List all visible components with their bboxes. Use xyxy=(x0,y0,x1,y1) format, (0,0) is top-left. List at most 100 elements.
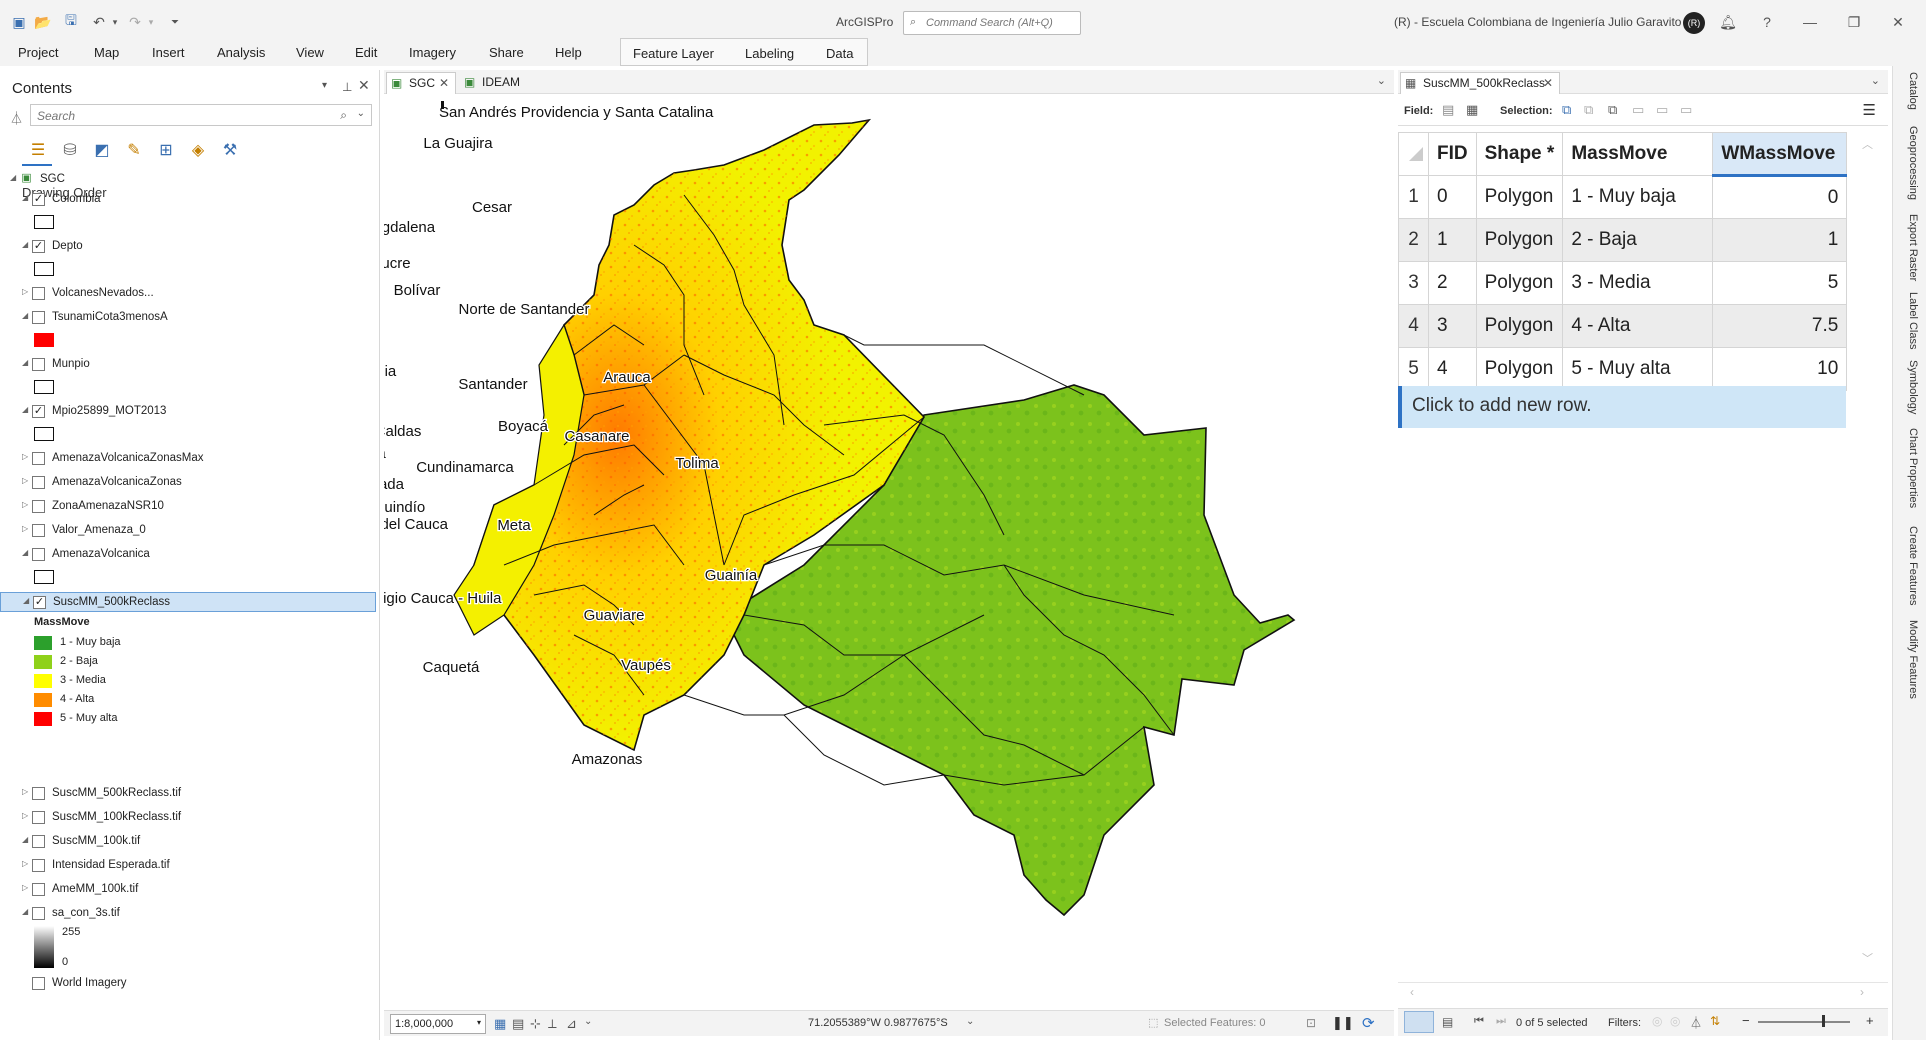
cell-shape[interactable]: Polygon xyxy=(1475,347,1564,391)
select-by-attributes-icon[interactable]: ⧉ xyxy=(1562,102,1571,118)
tab-help[interactable]: Help xyxy=(555,44,582,66)
correction-icon[interactable]: ⊿ xyxy=(566,1016,577,1032)
layer-visibility-checkbox[interactable] xyxy=(32,524,45,537)
layer-row[interactable]: ▷ SuscMM_500kReclass.tif xyxy=(0,784,376,804)
tab-analysis[interactable]: Analysis xyxy=(217,44,265,66)
tab-map-ideam[interactable]: ▣ IDEAM xyxy=(460,72,530,94)
col-fid[interactable]: FID xyxy=(1428,132,1477,176)
legend-swatch[interactable] xyxy=(34,674,52,688)
cell-massmove[interactable]: 2 - Baja xyxy=(1562,218,1714,262)
snapping-icon[interactable]: ⊹ xyxy=(530,1016,541,1032)
cell-massmove[interactable]: 5 - Muy alta xyxy=(1562,347,1714,391)
cell-fid[interactable]: 4 xyxy=(1428,347,1477,391)
layer-visibility-checkbox[interactable] xyxy=(32,548,45,561)
legend-swatch[interactable] xyxy=(34,712,52,726)
layer-row[interactable]: ◢ ✓ Colombia xyxy=(0,190,376,210)
rail-chart-properties[interactable]: Chart Properties xyxy=(1893,428,1926,522)
layer-visibility-checkbox[interactable] xyxy=(32,883,45,896)
close-pane-icon[interactable]: ✕ xyxy=(358,77,370,94)
scroll-left-icon[interactable]: ‹ xyxy=(1410,985,1414,999)
scroll-down-icon[interactable]: ﹀ xyxy=(1862,950,1873,966)
tab-imagery[interactable]: Imagery xyxy=(409,44,456,66)
filter-extent-icon[interactable]: ◎ xyxy=(1652,1014,1662,1028)
layer-row[interactable]: ▷ AmenazaVolcanicaZonasMax xyxy=(0,449,376,469)
layer-visibility-checkbox[interactable] xyxy=(32,811,45,824)
cell-wmassmove[interactable]: 5 xyxy=(1712,261,1848,305)
refresh-icon[interactable]: ⟳ xyxy=(1362,1014,1375,1032)
chevron-down-icon[interactable]: ⌄ xyxy=(584,1016,592,1027)
redo-dropdown-icon[interactable]: ▾ xyxy=(142,13,160,31)
layer-visibility-checkbox[interactable]: ✓ xyxy=(33,596,46,609)
legend-swatch[interactable] xyxy=(34,693,52,707)
layer-row[interactable]: ▷ AmeMM_100k.tif xyxy=(0,880,376,900)
filter-icon[interactable]: ⏃ xyxy=(1690,1014,1702,1031)
layer-row[interactable]: ◢ ▣ SGC xyxy=(0,170,376,190)
tab-project[interactable]: Project xyxy=(18,44,58,66)
layer-row[interactable]: ◢ ✓ SuscMM_500kReclass xyxy=(0,592,376,612)
tab-map[interactable]: Map xyxy=(94,44,119,66)
pause-icon[interactable]: ❚❚ xyxy=(1332,1015,1354,1031)
open-project-icon[interactable]: 📂 xyxy=(34,13,52,31)
rail-catalog[interactable]: Catalog xyxy=(1893,72,1926,122)
command-search-input[interactable]: ⌕ Command Search (Alt+Q) xyxy=(903,11,1081,35)
layer-row[interactable]: ▷ ZonaAmenazaNSR10 xyxy=(0,497,376,517)
grid-icon[interactable]: ▤ xyxy=(512,1016,524,1032)
collapse-icon[interactable]: ◢ xyxy=(23,596,29,605)
sort-icon[interactable]: ⇅ xyxy=(1710,1014,1720,1028)
layer-visibility-checkbox[interactable] xyxy=(32,835,45,848)
layer-row[interactable]: ▷ VolcanesNevados... xyxy=(0,284,376,304)
add-new-row[interactable]: Click to add new row. xyxy=(1398,386,1846,428)
tab-map-sgc[interactable]: ▣ SGC ✕ xyxy=(386,72,456,94)
layer-row[interactable]: ◢ ✓ Mpio25899_MOT2013 xyxy=(0,402,376,422)
select-all-corner[interactable] xyxy=(1398,132,1429,176)
table-row[interactable]: 2 1 Polygon 2 - Baja 1 xyxy=(1398,218,1848,262)
bell-icon[interactable]: 🔔︎ xyxy=(1718,12,1738,32)
copy-selection-icon[interactable]: ▭ xyxy=(1680,102,1692,118)
expand-icon[interactable]: ▷ xyxy=(22,811,28,820)
collapse-icon[interactable]: ◢ xyxy=(22,548,28,557)
chevron-down-icon[interactable]: ⌄ xyxy=(1377,74,1386,87)
switch-selection-icon[interactable]: ⧉ xyxy=(1608,102,1617,118)
chevron-down-icon[interactable]: ⌄ xyxy=(1871,74,1880,87)
layer-row[interactable]: ◢ SuscMM_100k.tif xyxy=(0,832,376,852)
layer-row[interactable]: ◢ ✓ Depto xyxy=(0,237,376,257)
zoom-slider[interactable] xyxy=(1758,1021,1850,1023)
row-number[interactable]: 3 xyxy=(1398,261,1429,305)
rail-export-raster[interactable]: Export Raster xyxy=(1893,214,1926,290)
layer-visibility-checkbox[interactable]: ✓ xyxy=(32,240,45,253)
calculate-field-icon[interactable]: ▦ xyxy=(1466,102,1478,118)
cell-wmassmove[interactable]: 1 xyxy=(1712,218,1848,262)
table-row[interactable]: 1 0 Polygon 1 - Muy baja 0 xyxy=(1398,175,1848,219)
refresh-cache-icon[interactable]: ⊡ xyxy=(1306,1016,1316,1030)
row-number[interactable]: 4 xyxy=(1398,304,1429,348)
cell-wmassmove[interactable]: 10 xyxy=(1712,347,1848,391)
expand-icon[interactable]: ▷ xyxy=(22,287,28,296)
customize-toolbar-icon[interactable]: ⏷ xyxy=(166,13,184,31)
expand-icon[interactable]: ▷ xyxy=(22,524,28,533)
tab-attribute-table[interactable]: ▦ SuscMM_500kReclass ✕ xyxy=(1400,72,1560,94)
restore-button[interactable]: ❐ xyxy=(1844,12,1864,32)
close-icon[interactable]: ✕ xyxy=(439,73,449,93)
map-view-icon[interactable]: ▦ xyxy=(494,1016,506,1032)
layer-row[interactable]: ◢ TsunamiCota3menosA xyxy=(0,308,376,328)
rail-modify-features[interactable]: Modify Features xyxy=(1893,620,1926,710)
save-project-icon[interactable]: 🖫 xyxy=(62,12,80,31)
list-by-drawing-order-icon[interactable]: ☰ xyxy=(26,138,50,162)
map-canvas[interactable]: La GuajiraAtlánticoCesarMagdalenaSucreBo… xyxy=(384,95,1392,1010)
field-view-icon[interactable]: ▤ xyxy=(1442,1015,1453,1029)
table-view-toggle[interactable] xyxy=(1404,1011,1434,1033)
layer-row[interactable]: ◢ sa_con_3s.tif xyxy=(0,904,376,924)
layer-row[interactable]: ▷ Valor_Amenaza_0 xyxy=(0,521,376,541)
cell-wmassmove[interactable]: 7.5 xyxy=(1712,304,1848,348)
layer-symbol-fill[interactable] xyxy=(34,333,54,347)
avatar[interactable]: (R) xyxy=(1683,12,1705,34)
zoom-slider-thumb[interactable] xyxy=(1822,1015,1825,1027)
layer-symbol-outline[interactable] xyxy=(34,215,54,229)
contents-search-input[interactable]: Search ⌕ ⌄ xyxy=(30,104,372,126)
collapse-icon[interactable]: ◢ xyxy=(22,311,28,320)
layer-visibility-checkbox[interactable]: ✓ xyxy=(32,405,45,418)
expand-icon[interactable]: ▷ xyxy=(22,500,28,509)
tab-share[interactable]: Share xyxy=(489,44,524,66)
cell-shape[interactable]: Polygon xyxy=(1475,261,1564,305)
cell-massmove[interactable]: 4 - Alta xyxy=(1562,304,1714,348)
